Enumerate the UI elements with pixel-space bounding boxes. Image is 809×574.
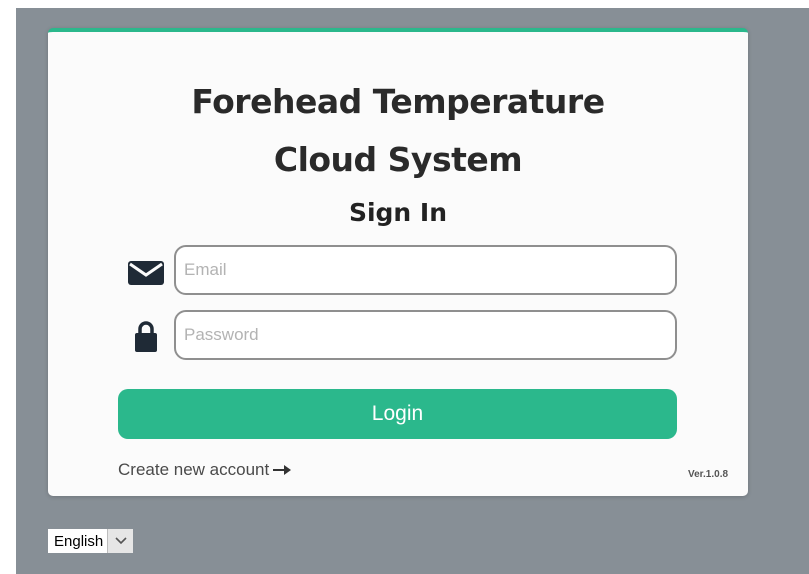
chevron-down-icon[interactable] (107, 529, 134, 553)
app-title-line-1: Forehead Temperature (191, 82, 605, 121)
password-input[interactable] (174, 310, 677, 360)
login-button[interactable]: Login (118, 389, 677, 439)
arrow-right-icon (273, 460, 292, 480)
email-input[interactable] (174, 245, 677, 295)
app-title-line-2: Cloud System (273, 140, 523, 179)
sign-in-heading: Sign In (348, 198, 448, 227)
login-card: Forehead Temperature Cloud System Sign I… (48, 28, 748, 496)
version-label: Ver.1.0.8 (688, 469, 729, 480)
create-account-link[interactable]: Create new account (118, 460, 292, 480)
language-selected-value: English (54, 532, 104, 550)
language-select[interactable]: English (48, 529, 134, 553)
lock-icon (135, 320, 157, 352)
envelope-icon (128, 261, 164, 285)
create-account-label: Create new account (118, 460, 270, 479)
